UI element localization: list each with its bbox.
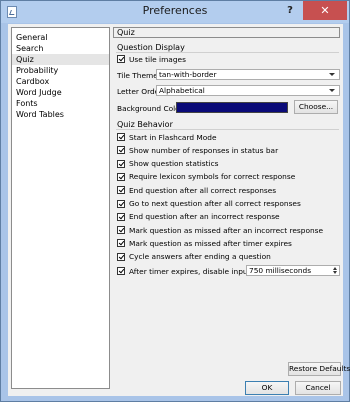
quiz-option-checkbox[interactable]: Show question statistics	[117, 159, 219, 169]
group-divider	[116, 129, 339, 130]
checkbox-box[interactable]	[117, 252, 125, 261]
checkbox-box[interactable]	[117, 226, 125, 235]
checkbox-box[interactable]	[117, 172, 125, 181]
group-divider	[116, 52, 339, 53]
checkbox-label: End question after an incorrect response	[129, 212, 280, 222]
quiz-option-checkbox[interactable]: Mark question as missed after an incorre…	[117, 225, 323, 235]
sidebar-item-search[interactable]: Search	[12, 43, 109, 54]
checkbox-label: Cycle answers after ending a question	[129, 252, 271, 262]
checkbox-label: Use tile images	[129, 54, 186, 64]
sidebar-item-fonts[interactable]: Fonts	[12, 98, 109, 109]
cancel-button[interactable]: Cancel	[295, 381, 341, 395]
checkbox-label: End question after all correct responses	[129, 185, 277, 195]
disable-input-duration-value: 750 milliseconds	[249, 266, 312, 275]
checkbox-label: Start in Flashcard Mode	[129, 132, 217, 142]
sidebar-item-word-judge[interactable]: Word Judge	[12, 87, 109, 98]
quiz-option-checkbox[interactable]: Require lexicon symbols for correct resp…	[117, 172, 295, 182]
chevron-down-icon	[329, 73, 335, 76]
checkbox-label: After timer expires, disable input for:	[129, 266, 266, 276]
sidebar-item-word-tables[interactable]: Word Tables	[12, 109, 109, 120]
background-color-label: Background Color:	[117, 104, 186, 113]
quiz-option-checkbox[interactable]: Cycle answers after ending a question	[117, 252, 271, 262]
checkbox-label: Show number of responses in status bar	[129, 145, 279, 155]
choose-color-button[interactable]: Choose...	[294, 100, 338, 114]
disable-input-duration-spinner[interactable]: 750 milliseconds	[246, 265, 340, 276]
spin-up-icon[interactable]	[333, 267, 337, 270]
category-list[interactable]: General Search Quiz Probability Cardbox Word …	[11, 27, 110, 389]
use-tile-images-checkbox[interactable]: Use tile images	[117, 54, 186, 64]
quiz-option-checkbox[interactable]: Go to next question after all correct re…	[117, 199, 301, 209]
checkbox-box[interactable]	[117, 55, 125, 63]
quiz-settings-panel: Quiz Question Display Use tile images Ti…	[113, 27, 350, 395]
tile-theme-value: tan-with-border	[159, 70, 217, 79]
background-color-swatch	[176, 102, 288, 113]
quiz-option-checkbox[interactable]: Show number of responses in status bar	[117, 145, 278, 155]
checkbox-box[interactable]	[117, 239, 125, 248]
title-bar: Preferences ? ✕	[1, 1, 349, 23]
quiz-option-checkbox[interactable]: End question after an incorrect response	[117, 212, 280, 222]
quiz-option-checkbox[interactable]: End question after all correct responses	[117, 185, 276, 195]
checkbox-box[interactable]	[117, 212, 125, 221]
checkbox-box[interactable]	[117, 159, 125, 168]
quiz-behavior-title: Quiz Behavior	[117, 120, 173, 129]
spin-down-icon[interactable]	[333, 271, 337, 274]
sidebar-item-quiz[interactable]: Quiz	[12, 54, 109, 65]
question-display-title: Question Display	[117, 43, 185, 52]
sidebar-item-general[interactable]: General	[12, 32, 109, 43]
ok-button[interactable]: OK	[245, 381, 289, 395]
restore-defaults-button[interactable]: Restore Defaults	[288, 362, 350, 376]
sidebar-item-probability[interactable]: Probability	[12, 65, 109, 76]
checkbox-label: Show question statistics	[129, 159, 219, 169]
quiz-option-checkbox[interactable]: Mark question as missed after timer expi…	[117, 238, 292, 248]
checkbox-box[interactable]	[117, 146, 125, 155]
category-items: General Search Quiz Probability Cardbox Word …	[12, 28, 109, 120]
checkbox-box[interactable]	[117, 133, 125, 141]
close-button[interactable]: ✕	[303, 1, 347, 20]
quiz-option-checkbox[interactable]: Start in Flashcard Mode	[117, 132, 217, 142]
chevron-down-icon	[329, 89, 335, 92]
checkbox-label: Mark question as missed after timer expi…	[129, 238, 292, 248]
checkbox-label: Mark question as missed after an incorre…	[129, 225, 324, 235]
page-title: Quiz	[113, 27, 340, 38]
help-button[interactable]: ?	[282, 4, 298, 18]
disable-input-checkbox[interactable]: After timer expires, disable input for:	[117, 266, 265, 276]
tile-theme-select[interactable]: tan-with-border	[156, 69, 340, 80]
letter-order-value: Alphabetical	[159, 86, 205, 95]
dialog-body: General Search Quiz Probability Cardbox Word …	[8, 24, 350, 396]
checkbox-box[interactable]	[117, 199, 125, 208]
sidebar-item-cardbox[interactable]: Cardbox	[12, 76, 109, 87]
preferences-window: Preferences ? ✕ General Search Quiz Probabi…	[0, 0, 350, 402]
letter-order-select[interactable]: Alphabetical	[156, 85, 340, 96]
checkbox-box[interactable]	[117, 267, 125, 275]
checkbox-label: Go to next question after all correct re…	[129, 199, 301, 208]
checkbox-box[interactable]	[117, 186, 125, 195]
checkbox-label: Require lexicon symbols for correct resp…	[129, 172, 296, 182]
tile-theme-label: Tile Theme:	[117, 71, 161, 80]
